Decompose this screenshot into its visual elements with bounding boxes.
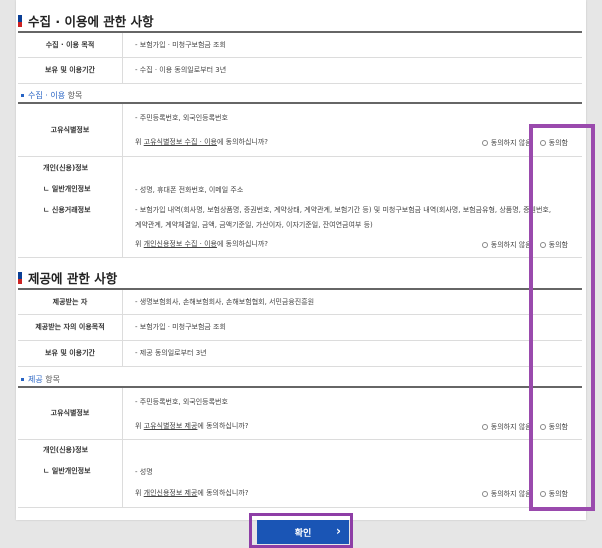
row-label: 고유식별정보 bbox=[18, 102, 123, 157]
collection-section-title: 수집 · 이용에 관한 사항 bbox=[18, 11, 154, 30]
consent-link[interactable]: 개인신용정보 수집 · 이용 bbox=[144, 240, 217, 248]
provision-items-table: 고유식별정보 - 주민등록번호, 외국인등록번호 위 고유식별정보 제공에 동의… bbox=[18, 386, 582, 508]
collection-items-title: 수집 · 이용 항목 bbox=[21, 90, 82, 101]
table-row: 고유식별정보 - 주민등록번호, 외국인등록번호 위 고유식별정보 수집 · 이… bbox=[18, 102, 582, 157]
radio-circle-icon bbox=[539, 140, 546, 146]
row-label: 제공받는 자 bbox=[18, 288, 123, 315]
agree-radio[interactable]: 동의함 bbox=[539, 422, 568, 432]
consent-question: 위 고유식별정보 수집 · 이용에 동의하십니까? bbox=[135, 138, 269, 146]
provision-items-title: 제공 항목 bbox=[21, 374, 60, 385]
credit-info-value-2: 계약관계, 계약체결일, 금액, 금액기준일, 가산이자, 이자기준일, 잔여연… bbox=[135, 220, 373, 229]
row-label: 개인(신용)정보 ㄴ 일반개인정보 bbox=[18, 439, 123, 508]
consent-radio-group: 동의하지 않음 동의함 bbox=[481, 489, 568, 499]
table-row: 고유식별정보 - 주민등록번호, 외국인등록번호 위 고유식별정보 제공에 동의… bbox=[18, 386, 582, 440]
row-value: - 생명보험회사, 손해보험회사, 손해보험협회, 서민금융진흥원 bbox=[122, 288, 582, 315]
agree-radio[interactable]: 동의함 bbox=[539, 138, 568, 148]
agree-radio[interactable]: 동의함 bbox=[539, 489, 568, 499]
radio-circle-icon bbox=[481, 140, 488, 146]
agree-radio[interactable]: 동의함 bbox=[539, 240, 568, 250]
row-label: 보유 및 이용기간 bbox=[18, 340, 123, 367]
credit-info-value: - 보험가입 내역(회사명, 보험상품명, 증권번호, 계약상태, 계약관계, … bbox=[135, 205, 552, 214]
disagree-radio[interactable]: 동의하지 않음 bbox=[481, 489, 532, 499]
table-row: 수집 · 이용 목적 - 보험가입 · 미청구보험금 조회 bbox=[18, 31, 582, 58]
row-value: - 보험가입 · 미청구보험금 조회 bbox=[122, 314, 582, 341]
disagree-radio[interactable]: 동의하지 않음 bbox=[481, 422, 532, 432]
radio-circle-icon bbox=[539, 241, 546, 248]
row-value: - 성명 위 개인신용정보 제공에 동의하십니까? 동의하지 않음 동의함 bbox=[122, 439, 582, 508]
table-row: 개인(신용)정보 ㄴ 일반개인정보 - 성명 위 개인신용정보 제공에 동의하십… bbox=[18, 439, 582, 508]
radio-circle-icon bbox=[539, 424, 546, 430]
row-value: - 보험가입 · 미청구보험금 조회 bbox=[122, 31, 582, 58]
row-label: 보유 및 이용기간 bbox=[18, 57, 123, 84]
row-label: 수집 · 이용 목적 bbox=[18, 31, 123, 58]
radio-circle-icon bbox=[481, 241, 488, 248]
row-label: 고유식별정보 bbox=[18, 386, 123, 440]
consent-link[interactable]: 고유식별정보 수집 · 이용 bbox=[144, 138, 217, 146]
consent-question: 위 개인신용정보 제공에 동의하십니까? bbox=[135, 488, 249, 497]
disagree-radio[interactable]: 동의하지 않음 bbox=[481, 240, 532, 250]
general-info-value: - 성명 bbox=[135, 467, 153, 476]
row-value: - 성명, 휴대폰 전화번호, 이메일 주소 - 보험가입 내역(회사명, 보험… bbox=[122, 156, 582, 258]
table-row: 제공받는 자 - 생명보험회사, 손해보험회사, 손해보험협회, 서민금융진흥원 bbox=[18, 288, 582, 315]
consent-radio-group: 동의하지 않음 동의함 bbox=[481, 138, 568, 148]
row-value: - 수집 · 이용 동의일로부터 3년 bbox=[122, 57, 582, 84]
consent-question: 위 개인신용정보 수집 · 이용에 동의하십니까? bbox=[135, 239, 269, 248]
table-row: 개인(신용)정보 ㄴ 일반개인정보 ㄴ 신용거래정보 - 성명, 휴대폰 전화번… bbox=[18, 156, 582, 258]
row-label: 개인(신용)정보 ㄴ 일반개인정보 ㄴ 신용거래정보 bbox=[18, 156, 123, 258]
bullet-icon bbox=[21, 378, 24, 381]
disagree-radio[interactable]: 동의하지 않음 bbox=[481, 138, 532, 148]
radio-circle-icon bbox=[539, 490, 546, 497]
bullet-icon bbox=[21, 94, 24, 97]
table-row: 보유 및 이용기간 - 수집 · 이용 동의일로부터 3년 bbox=[18, 57, 582, 84]
row-label: 제공받는 자의 이용목적 bbox=[18, 314, 123, 341]
section-marker-icon bbox=[18, 271, 22, 284]
provision-section-title: 제공에 관한 사항 bbox=[18, 268, 117, 287]
consent-radio-group: 동의하지 않음 동의함 bbox=[481, 422, 568, 432]
radio-circle-icon bbox=[481, 424, 488, 430]
consent-link[interactable]: 개인신용정보 제공 bbox=[144, 489, 198, 497]
unique-id-value: - 주민등록번호, 외국인등록번호 bbox=[135, 114, 228, 122]
section-marker-icon bbox=[18, 14, 22, 27]
provision-info-table: 제공받는 자 - 생명보험회사, 손해보험회사, 손해보험협회, 서민금융진흥원… bbox=[18, 288, 582, 367]
radio-circle-icon bbox=[481, 490, 488, 497]
row-value: - 주민등록번호, 외국인등록번호 위 고유식별정보 제공에 동의하십니까? 동… bbox=[122, 386, 582, 440]
row-value: - 주민등록번호, 외국인등록번호 위 고유식별정보 수집 · 이용에 동의하십… bbox=[122, 102, 582, 157]
consent-radio-group: 동의하지 않음 동의함 bbox=[481, 240, 568, 250]
collection-items-table: 고유식별정보 - 주민등록번호, 외국인등록번호 위 고유식별정보 수집 · 이… bbox=[18, 102, 582, 258]
consent-link[interactable]: 고유식별정보 제공 bbox=[144, 422, 198, 430]
table-row: 제공받는 자의 이용목적 - 보험가입 · 미청구보험금 조회 bbox=[18, 314, 582, 341]
row-value: - 제공 동의일로부터 3년 bbox=[122, 340, 582, 367]
general-info-value: - 성명, 휴대폰 전화번호, 이메일 주소 bbox=[135, 185, 244, 194]
consent-panel: 수집 · 이용에 관한 사항 수집 · 이용 목적 - 보험가입 · 미청구보험… bbox=[16, 0, 586, 520]
chevron-right-icon: › bbox=[336, 524, 341, 538]
unique-id-value: - 주민등록번호, 외국인등록번호 bbox=[135, 398, 228, 406]
table-row: 보유 및 이용기간 - 제공 동의일로부터 3년 bbox=[18, 340, 582, 367]
consent-question: 위 고유식별정보 제공에 동의하십니까? bbox=[135, 422, 249, 430]
confirm-button[interactable]: 확인 › bbox=[257, 520, 349, 544]
collection-info-table: 수집 · 이용 목적 - 보험가입 · 미청구보험금 조회 보유 및 이용기간 … bbox=[18, 31, 582, 84]
